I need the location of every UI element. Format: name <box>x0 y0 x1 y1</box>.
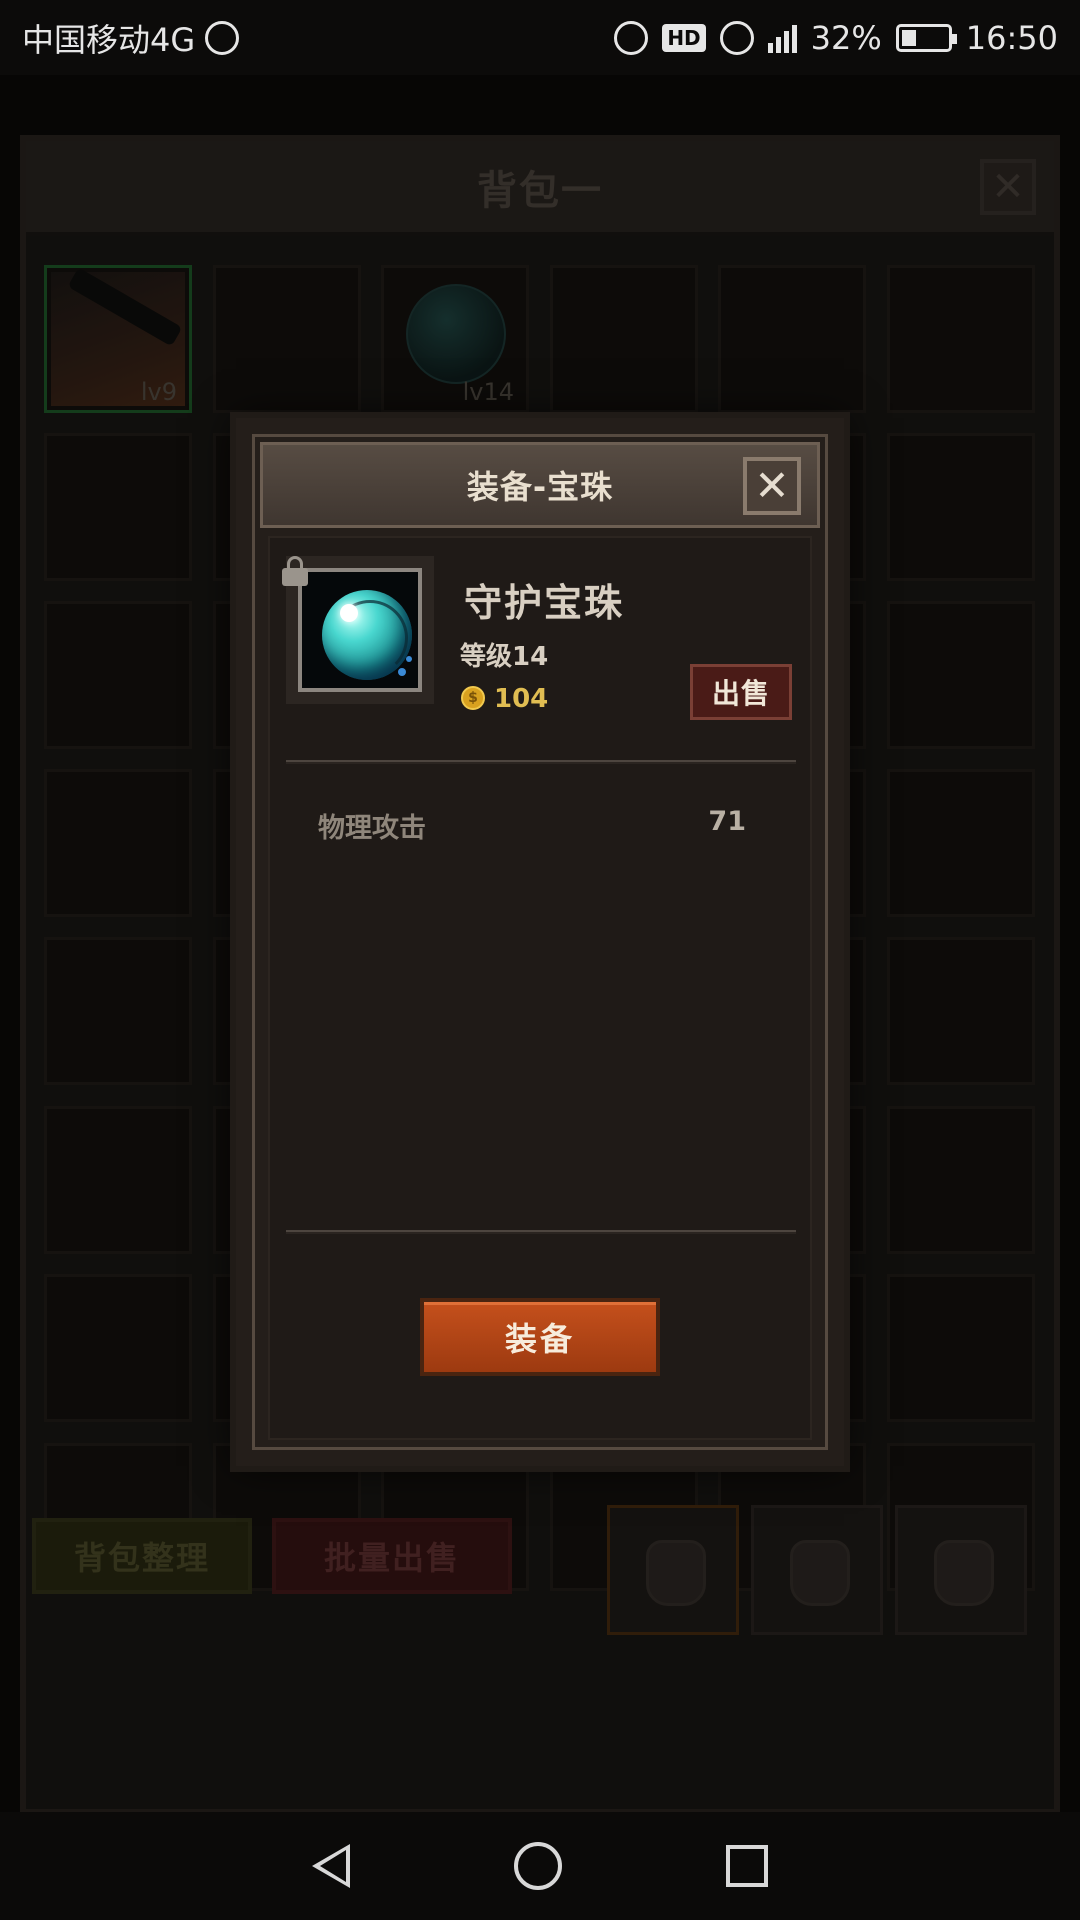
navigation-bar <box>0 1812 1080 1920</box>
coin-icon: $ <box>461 686 485 710</box>
equip-button-label: 装备 <box>504 1320 575 1358</box>
sell-button[interactable]: 出售 <box>690 664 792 720</box>
item-icon-slot <box>286 556 434 704</box>
lock-icon[interactable] <box>282 556 308 586</box>
stat-label: 物理攻击 <box>318 813 426 844</box>
battery-percent: 32% <box>810 18 882 57</box>
battery-icon <box>895 23 957 52</box>
orb-sparkle <box>398 668 406 676</box>
battery-fill <box>901 29 916 46</box>
dialog-title: 装备-宝珠 <box>466 468 614 506</box>
eye-comfort-icon <box>719 20 754 55</box>
clock: 16:50 <box>965 18 1058 57</box>
item-icon-inner <box>298 568 422 692</box>
dialog-close-button[interactable]: ✕ <box>743 457 801 515</box>
sell-button-label: 出售 <box>711 677 770 710</box>
hd-voice-icon: HD <box>662 23 706 52</box>
close-icon: ✕ <box>754 461 790 510</box>
orb-sparkle <box>406 656 412 662</box>
item-price: 104 <box>494 684 549 714</box>
alarm-icon <box>614 20 649 55</box>
back-icon[interactable] <box>312 1844 350 1888</box>
status-bar-left: 中国移动4G <box>22 15 240 61</box>
data-activity-icon <box>205 20 240 55</box>
recent-apps-icon[interactable] <box>726 1845 768 1887</box>
item-name: 守护宝珠 <box>464 581 625 625</box>
equip-button[interactable]: 装备 <box>420 1298 660 1376</box>
divider <box>286 760 796 764</box>
divider <box>286 1230 796 1234</box>
dialog-header: 装备-宝珠 ✕ <box>260 442 820 528</box>
status-bar: 中国移动4G HD 32% 16:50 <box>0 0 1080 75</box>
teal-orb-icon <box>322 590 412 680</box>
item-level: 等级14 <box>460 642 549 672</box>
signal-icon <box>767 23 797 53</box>
carrier-label: 中国移动4G <box>22 20 196 59</box>
home-icon[interactable] <box>514 1842 562 1890</box>
status-bar-right: HD 32% 16:50 <box>614 19 1058 57</box>
stat-value: 71 <box>708 806 746 837</box>
